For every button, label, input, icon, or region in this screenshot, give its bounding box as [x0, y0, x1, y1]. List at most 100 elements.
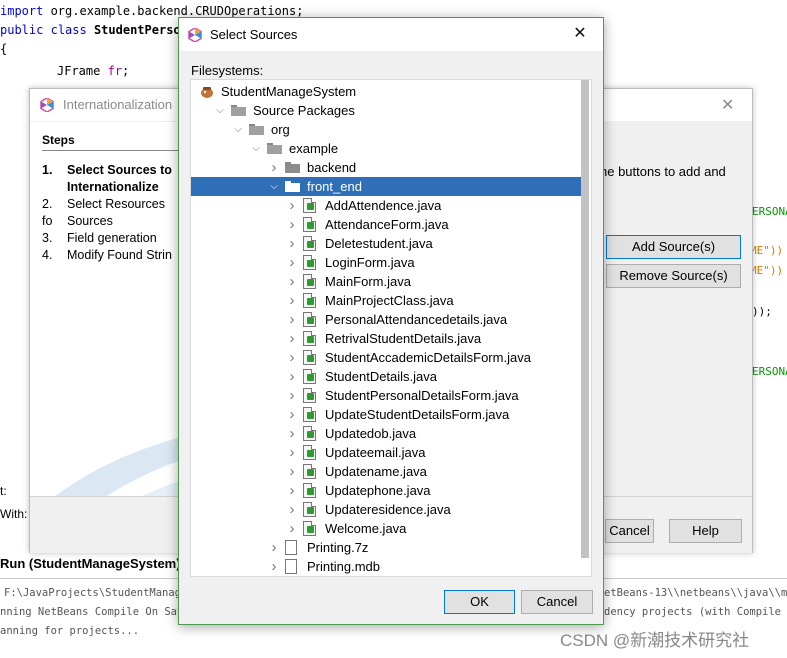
chevron-right-icon[interactable]: › [287, 462, 297, 481]
java-file-icon [303, 312, 316, 327]
tree-node-label: backend [307, 160, 357, 175]
tree-node[interactable]: › Updatephone.java [191, 481, 581, 500]
chevron-right-icon[interactable]: › [287, 215, 297, 234]
tree-node[interactable]: ⌵ example [191, 139, 581, 158]
tree-node[interactable]: › PersonalAttendancedetails.java [191, 310, 581, 329]
folder-open-icon [231, 105, 246, 116]
tree-node-label: Updatename.java [325, 464, 427, 479]
remove-source-button[interactable]: Remove Source(s) [606, 264, 741, 288]
tree-node[interactable]: › RetrivalStudentDetails.java [191, 329, 581, 348]
file-tree[interactable]: StudentManageSystem ⌵ Source Packages ⌵ org ⌵… [190, 79, 592, 577]
help-button[interactable]: Help [669, 519, 742, 543]
close-icon[interactable]: ✕ [571, 25, 589, 43]
tree-node[interactable]: › Updatedob.java [191, 424, 581, 443]
chevron-right-icon[interactable]: › [287, 291, 297, 310]
tree-node[interactable]: › Updateemail.java [191, 443, 581, 462]
chevron-right-icon[interactable]: › [287, 500, 297, 519]
tree-node[interactable]: ⌵ front_end [191, 177, 581, 196]
tree-node[interactable]: › Deletestudent.java [191, 234, 581, 253]
code-line-field: JFrame fr; [57, 64, 130, 78]
chevron-right-icon[interactable]: › [287, 386, 297, 405]
tree-node-label: MainProjectClass.java [325, 293, 454, 308]
tree-node[interactable]: › StudentAccademicDetailsForm.java [191, 348, 581, 367]
tree-node[interactable]: ⌵ Source Packages [191, 101, 581, 120]
tree-node[interactable]: › MainProjectClass.java [191, 291, 581, 310]
java-file-icon [303, 483, 316, 498]
java-file-icon [303, 217, 316, 232]
chevron-right-icon[interactable]: › [287, 367, 297, 386]
output-line: anning for projects... [0, 625, 140, 637]
chevron-right-icon[interactable]: › [287, 519, 297, 538]
tree-node-label: Updatephone.java [325, 483, 431, 498]
tree-node[interactable]: StudentManageSystem [191, 82, 581, 101]
tree-node[interactable]: › StudentPersonalDetailsForm.java [191, 386, 581, 405]
java-file-icon [303, 369, 316, 384]
tree-node-label: Updateresidence.java [325, 502, 451, 517]
tree-node[interactable]: › Updatename.java [191, 462, 581, 481]
code-line-brace: { [0, 42, 8, 56]
chevron-right-icon[interactable]: › [287, 196, 297, 215]
chevron-right-icon[interactable]: › [287, 424, 297, 443]
cancel-button[interactable]: Cancel [521, 590, 593, 614]
output-line: dency projects (with Compile on [604, 606, 787, 618]
chevron-right-icon[interactable]: › [287, 310, 297, 329]
tree-node-label: AddAttendence.java [325, 198, 442, 213]
tree-node-label: Printing.mdb [307, 559, 380, 574]
divider [42, 150, 178, 151]
tree-node[interactable]: › StudentDetails.java [191, 367, 581, 386]
close-icon[interactable]: ✕ [721, 95, 734, 115]
chevron-right-icon[interactable]: › [269, 557, 279, 576]
tree-node-label: Welcome.java [325, 521, 407, 536]
chevron-down-icon[interactable]: ⌵ [233, 120, 243, 139]
step-item: 3. Field generation [42, 231, 157, 245]
tree-node[interactable]: › LoginForm.java [191, 253, 581, 272]
chevron-right-icon[interactable]: › [287, 234, 297, 253]
tree-node[interactable]: › UpdateStudentDetailsForm.java [191, 405, 581, 424]
chevron-right-icon[interactable]: › [269, 538, 279, 557]
tree-node[interactable]: › Printing.mdb [191, 557, 581, 576]
chevron-right-icon[interactable]: › [287, 272, 297, 291]
chevron-down-icon[interactable]: ⌵ [215, 101, 225, 120]
file-icon [285, 540, 297, 555]
vertical-scrollbar[interactable] [581, 80, 589, 558]
java-file-icon [303, 464, 316, 479]
ok-button[interactable]: OK [444, 590, 515, 614]
step-item-continued: Internationalize [67, 180, 159, 194]
tree-node[interactable]: › backend [191, 158, 581, 177]
chevron-right-icon[interactable]: › [287, 253, 297, 272]
output-tab-title[interactable]: Run (StudentManageSystem) [0, 556, 181, 571]
tree-node-label: front_end [307, 179, 362, 194]
tree-node-label: StudentManageSystem [221, 84, 357, 99]
tree-node-label: Updateemail.java [325, 445, 426, 460]
java-file-icon [303, 502, 316, 517]
add-source-button[interactable]: Add Source(s) [606, 235, 741, 259]
tree-node[interactable]: › Updateresidence.java [191, 500, 581, 519]
chevron-down-icon[interactable]: ⌵ [269, 177, 279, 196]
tree-node[interactable]: › AddAttendence.java [191, 196, 581, 215]
tree-node[interactable]: › MainForm.java [191, 272, 581, 291]
select-sources-dialog: Select Sources ✕ Filesystems: StudentMan… [178, 17, 604, 625]
code-fragment: ERSONAl [752, 365, 787, 378]
chevron-right-icon[interactable]: › [287, 481, 297, 500]
code-fragment: ME")) [750, 244, 784, 257]
file-icon [285, 559, 297, 574]
chevron-down-icon[interactable]: ⌵ [251, 139, 261, 158]
chevron-right-icon[interactable]: › [287, 405, 297, 424]
tree-node[interactable]: › Printing.7z [191, 538, 581, 557]
steps-title: Steps [42, 133, 75, 147]
chevron-right-icon[interactable]: › [287, 348, 297, 367]
tree-node-label: StudentPersonalDetailsForm.java [325, 388, 519, 403]
tree-node[interactable]: ⌵ org [191, 120, 581, 139]
chevron-right-icon[interactable]: › [269, 158, 279, 177]
dialog-titlebar[interactable]: Select Sources ✕ [179, 18, 603, 51]
java-file-icon [303, 198, 316, 213]
chevron-right-icon[interactable]: › [287, 329, 297, 348]
decorative-swoosh [55, 437, 178, 496]
tree-node-label: PersonalAttendancedetails.java [325, 312, 508, 327]
tree-node-label: AttendanceForm.java [325, 217, 449, 232]
tree-node[interactable]: › Welcome.java [191, 519, 581, 538]
tree-node[interactable]: › AttendanceForm.java [191, 215, 581, 234]
chevron-right-icon[interactable]: › [287, 443, 297, 462]
tree-node-label: Deletestudent.java [325, 236, 433, 251]
cancel-button[interactable]: Cancel [605, 519, 654, 543]
